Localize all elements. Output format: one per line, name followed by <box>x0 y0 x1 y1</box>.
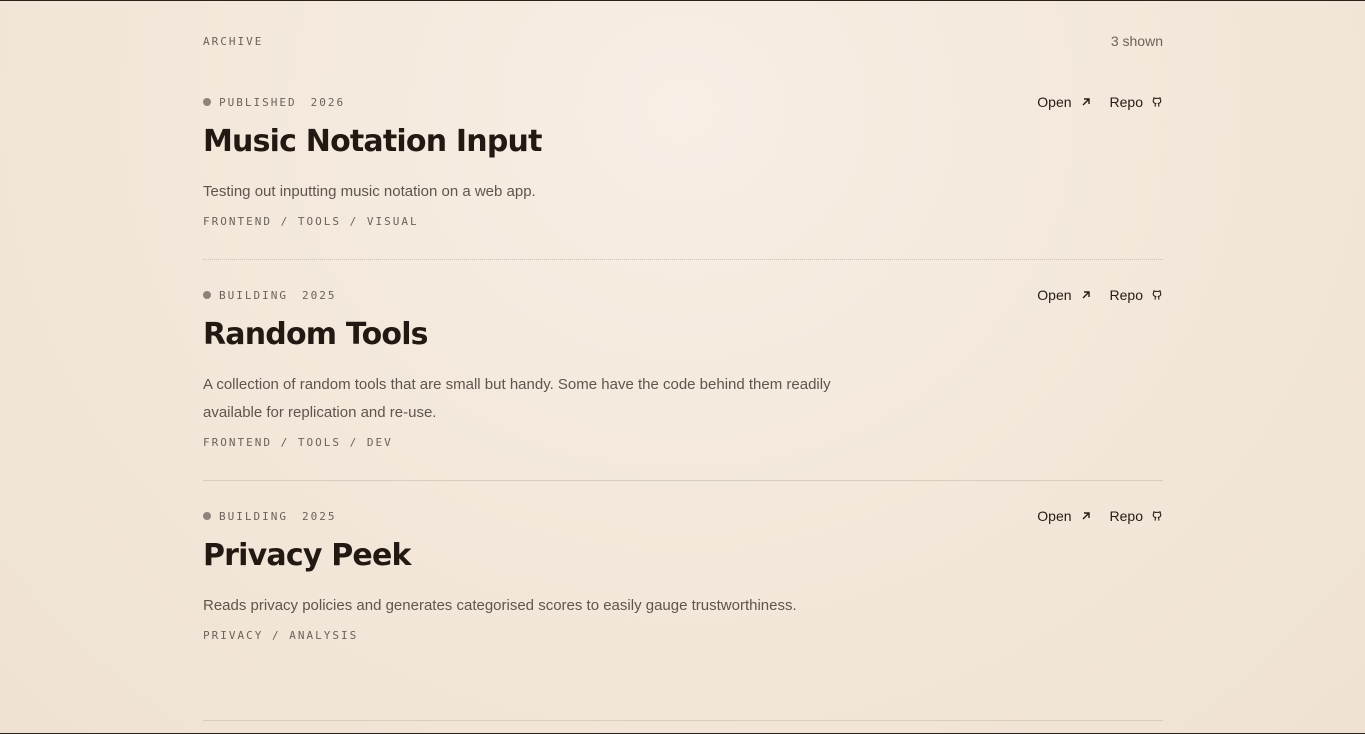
github-icon <box>1152 290 1162 300</box>
github-icon <box>1152 511 1162 521</box>
project-year: 2026 <box>310 95 346 109</box>
project-meta: BUILDING 2025 <box>203 508 336 524</box>
repo-link[interactable]: Repo <box>1110 508 1163 524</box>
open-label: Open <box>1037 94 1072 110</box>
entry-divider <box>203 259 1163 260</box>
entry-divider <box>203 480 1163 481</box>
archive-header: ARCHIVE 3 shown <box>203 33 1163 53</box>
open-label: Open <box>1037 287 1072 303</box>
status-label: PUBLISHED <box>219 95 297 109</box>
repo-label: Repo <box>1109 508 1143 524</box>
repo-label: Repo <box>1109 287 1143 303</box>
project-actions: Open Repo <box>1037 287 1163 303</box>
project-actions: Open Repo <box>1037 508 1163 524</box>
archive-section: ARCHIVE 3 shown PUBLISHED 2026 Open Repo… <box>203 1 1163 733</box>
open-link[interactable]: Open <box>1037 94 1091 110</box>
project-description: Testing out inputting music notation on … <box>203 183 536 200</box>
repo-label: Repo <box>1109 94 1143 110</box>
project-description: A collection of random tools that are sm… <box>203 376 831 421</box>
project-tags: FRONTEND / TOOLS / VISUAL <box>203 215 419 228</box>
status-label: BUILDING <box>219 288 288 302</box>
project-title: Music Notation Input <box>203 124 542 159</box>
status-dot-icon <box>203 291 211 299</box>
status-label: BUILDING <box>219 509 288 523</box>
project-tags: FRONTEND / TOOLS / DEV <box>203 436 393 449</box>
repo-link[interactable]: Repo <box>1110 287 1163 303</box>
status-dot-icon <box>203 98 211 106</box>
shown-count: 3 shown <box>1110 33 1163 49</box>
project-year: 2025 <box>301 509 337 523</box>
project-tags: PRIVACY / ANALYSIS <box>203 629 359 642</box>
project-meta: BUILDING 2025 <box>203 287 336 303</box>
project-year: 2025 <box>301 288 337 302</box>
section-label: ARCHIVE <box>203 35 264 48</box>
github-icon <box>1152 97 1162 107</box>
open-link[interactable]: Open <box>1037 508 1091 524</box>
status-dot-icon <box>203 512 211 520</box>
project-actions: Open Repo <box>1037 94 1163 110</box>
open-link[interactable]: Open <box>1037 287 1091 303</box>
repo-link[interactable]: Repo <box>1110 94 1163 110</box>
arrow-up-right-icon <box>1082 98 1090 106</box>
project-meta: PUBLISHED 2026 <box>203 94 345 110</box>
project-title: Random Tools <box>203 317 429 352</box>
project-title: Privacy Peek <box>203 538 411 573</box>
arrow-up-right-icon <box>1082 512 1090 520</box>
project-description: Reads privacy policies and generates cat… <box>203 597 797 614</box>
entry-divider <box>203 720 1163 721</box>
arrow-up-right-icon <box>1082 291 1090 299</box>
open-label: Open <box>1037 508 1072 524</box>
